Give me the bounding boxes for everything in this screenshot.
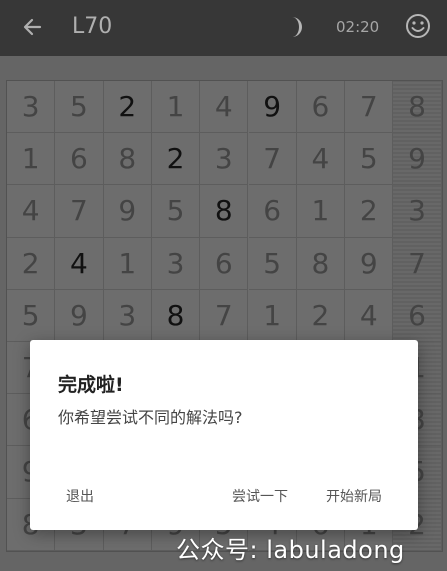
completion-dialog: 完成啦! 你希望尝试不同的解法吗? 退出 尝试一下 开始新局 [30, 340, 418, 530]
watermark: 公众号: labuladong [176, 536, 405, 564]
new-game-button[interactable]: 开始新局 [326, 486, 382, 506]
dialog-message: 你希望尝试不同的解法吗? [58, 408, 243, 427]
dialog-title: 完成啦! [58, 374, 124, 396]
exit-button[interactable]: 退出 [66, 486, 94, 506]
retry-button[interactable]: 尝试一下 [232, 486, 288, 506]
